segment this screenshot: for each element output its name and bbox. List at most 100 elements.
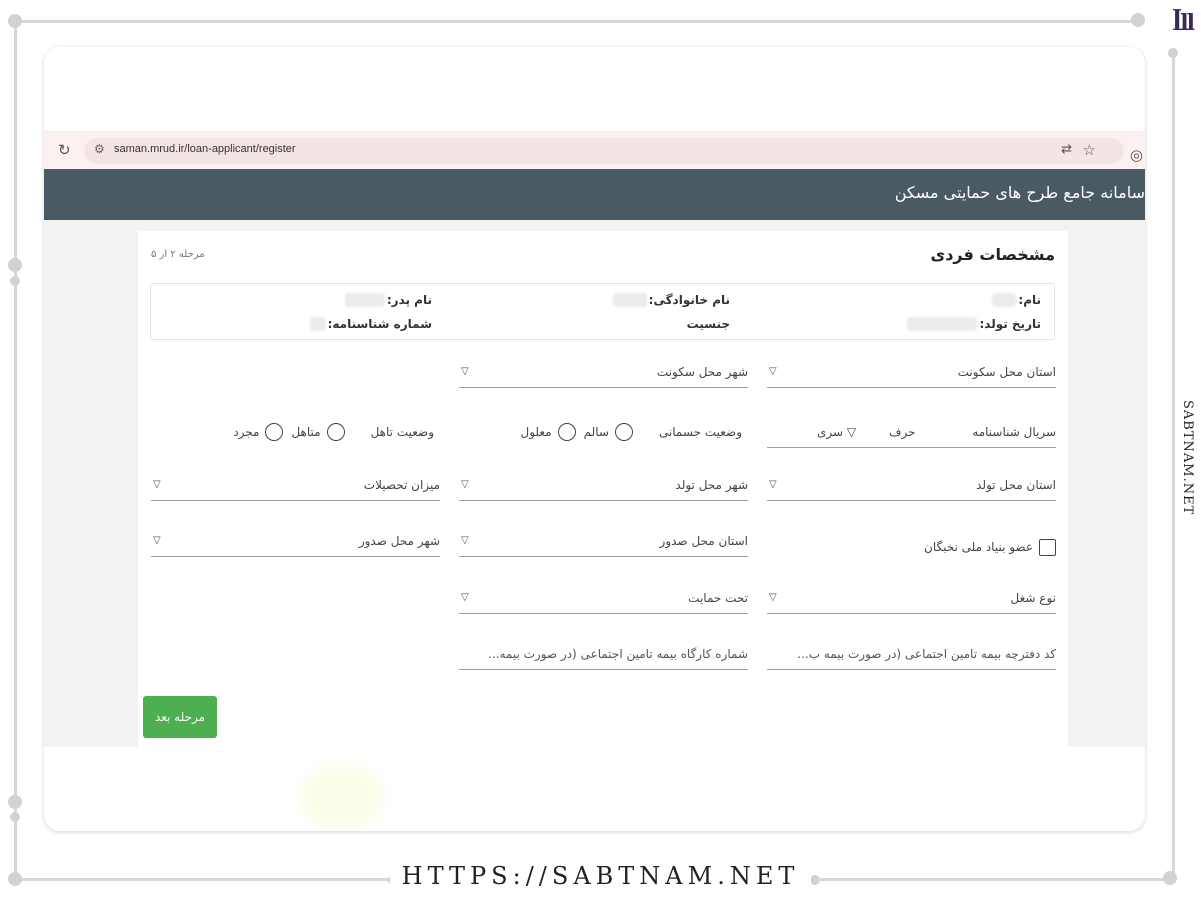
id-serial-field[interactable]: سریال شناسنامه حرف ▽ سری [767, 418, 1056, 448]
last-name-label: نام خانوادگی: [648, 293, 730, 307]
education-select[interactable]: میزان تحصیلات ▽ [151, 471, 440, 501]
marital-status-group: وضعیت تاهل متاهل مجرد [233, 419, 434, 445]
id-serial-series-select[interactable]: ▽ سری [817, 425, 856, 439]
birth-city-select[interactable]: شهر محل تولد ▽ [459, 471, 748, 501]
marital-married-option[interactable]: متاهل [291, 423, 345, 441]
id-serial-letter[interactable]: حرف [889, 425, 915, 439]
translate-icon[interactable]: ⇄ [1061, 142, 1072, 157]
marital-single-label: مجرد [233, 425, 260, 439]
url-text[interactable]: saman.mrud.ir/loan-applicant/register [114, 143, 296, 155]
radio-button[interactable] [326, 423, 345, 441]
last-name-info: نام خانوادگی: [612, 293, 730, 307]
physical-healthy-option[interactable]: سالم [584, 423, 633, 441]
frame-dot [1168, 48, 1178, 58]
chevron-down-icon: ▽ [769, 366, 777, 377]
residence-city-select[interactable]: شهر محل سکونت ▽ [459, 358, 748, 388]
chevron-down-icon: ▽ [153, 535, 161, 546]
birth-province-label: استان محل تولد [976, 478, 1056, 492]
radio-button[interactable] [265, 423, 284, 441]
under-support-label: تحت حمایت [688, 591, 748, 605]
physical-healthy-label: سالم [583, 425, 609, 439]
marital-status-label: وضعیت تاهل [370, 425, 434, 439]
workshop-number-placeholder: شماره کارگاه بیمه تامین اجتماعی (در صورت… [488, 647, 748, 661]
next-step-button[interactable]: مرحله بعد [143, 696, 217, 738]
redacted-value [612, 293, 647, 307]
screenshot-card: ↻ ⚙ saman.mrud.ir/loan-applicant/registe… [44, 47, 1145, 831]
elite-member-label: عضو بنیاد ملی نخبگان [924, 540, 1033, 554]
gender-info: جنسیت [687, 317, 730, 331]
residence-province-label: استان محل سکونت [957, 365, 1056, 379]
chevron-down-icon: ▽ [461, 592, 469, 603]
gender-label: جنسیت [686, 317, 730, 331]
education-label: میزان تحصیلات [363, 478, 440, 492]
birth-date-info: تاریخ تولد: [907, 317, 1041, 331]
physical-status-label: وضعیت جسمانی [658, 425, 742, 439]
decorative-blob [302, 767, 382, 827]
id-serial-label: سریال شناسنامه [972, 425, 1056, 439]
frame-dot [8, 258, 22, 272]
site-settings-icon[interactable]: ⚙ [94, 142, 105, 156]
residence-city-label: شهر محل سکونت [656, 365, 748, 379]
app-title: سامانه جامع طرح های حمایتی مسکن [894, 183, 1145, 202]
redacted-value [992, 293, 1017, 307]
reload-icon[interactable]: ↻ [58, 141, 71, 159]
marital-single-option[interactable]: مجرد [233, 423, 284, 441]
physical-disabled-option[interactable]: معلول [520, 423, 576, 441]
first-name-label: نام: [1018, 293, 1041, 307]
insurance-code-placeholder: کد دفترچه بیمه تامین اجتماعی (در صورت بی… [797, 647, 1056, 661]
job-type-label: نوع شغل [1010, 591, 1056, 605]
id-serial-series-label: سری [817, 425, 844, 439]
radio-button[interactable] [557, 423, 576, 441]
watermark-logo: ꟾll [1171, 10, 1195, 36]
frame-top-line [14, 20, 1140, 23]
frame-dot [1131, 13, 1145, 27]
bookmark-star-icon[interactable]: ☆ [1083, 141, 1096, 159]
watermark-bottom-url: HTTPS://SABTNAM.NET [0, 862, 1201, 890]
birth-date-label: تاریخ تولد: [979, 317, 1041, 331]
father-name-label: نام پدر: [386, 293, 432, 307]
issue-city-label: شهر محل صدور [358, 534, 440, 548]
marital-married-label: متاهل [291, 425, 321, 439]
watermark-side-text: SABTNAM.NET [1180, 400, 1195, 516]
checkbox[interactable] [1039, 538, 1056, 556]
chevron-down-icon: ▽ [153, 479, 161, 490]
elite-member-checkbox[interactable]: عضو بنیاد ملی نخبگان [767, 535, 1056, 559]
frame-dot [10, 276, 20, 286]
birth-city-label: شهر محل تولد [675, 478, 748, 492]
browser-toolbar: ↻ ⚙ saman.mrud.ir/loan-applicant/registe… [44, 131, 1145, 169]
frame-left-line [14, 20, 17, 880]
frame-dot [8, 795, 22, 809]
radio-button[interactable] [614, 423, 633, 441]
address-bar[interactable]: ⚙ saman.mrud.ir/loan-applicant/register … [84, 138, 1124, 164]
extension-icon[interactable]: ◎ [1130, 146, 1143, 164]
insurance-code-input[interactable]: کد دفترچه بیمه تامین اجتماعی (در صورت بی… [767, 640, 1056, 670]
first-name-info: نام: [992, 293, 1041, 307]
job-type-select[interactable]: نوع شغل ▽ [767, 584, 1056, 614]
chevron-down-icon: ▽ [461, 535, 469, 546]
page-footer [44, 747, 1145, 831]
father-name-info: نام پدر: [344, 293, 432, 307]
physical-disabled-label: معلول [520, 425, 552, 439]
issue-province-label: استان محل صدور [659, 534, 748, 548]
app-header: سامانه جامع طرح های حمایتی مسکن [44, 169, 1145, 220]
chevron-down-icon: ▽ [846, 425, 857, 439]
frame-right-line [1172, 55, 1175, 877]
frame-dot [8, 14, 22, 28]
frame-dot [10, 812, 20, 822]
issue-province-select[interactable]: استان محل صدور ▽ [459, 527, 748, 557]
physical-status-group: وضعیت جسمانی سالم معلول [520, 419, 742, 445]
birth-province-select[interactable]: استان محل تولد ▽ [767, 471, 1056, 501]
workshop-number-input[interactable]: شماره کارگاه بیمه تامین اجتماعی (در صورت… [459, 640, 748, 670]
residence-province-select[interactable]: استان محل سکونت ▽ [767, 358, 1056, 388]
section-title: مشخصات فردی [930, 245, 1055, 264]
step-indicator: مرحله ۲ از ۵ [151, 249, 205, 260]
chevron-down-icon: ▽ [769, 592, 777, 603]
applicant-info-box: نام: تاریخ تولد: نام خانوادگی: جنسیت نام… [150, 283, 1055, 340]
id-number-label: شماره شناسنامه: [327, 317, 432, 331]
issue-city-select[interactable]: شهر محل صدور ▽ [151, 527, 440, 557]
chevron-down-icon: ▽ [769, 479, 777, 490]
redacted-value [907, 317, 978, 331]
redacted-value [309, 317, 326, 331]
personal-info-form: مشخصات فردی مرحله ۲ از ۵ نام: تاریخ تولد… [138, 231, 1068, 747]
under-support-select[interactable]: تحت حمایت ▽ [459, 584, 748, 614]
